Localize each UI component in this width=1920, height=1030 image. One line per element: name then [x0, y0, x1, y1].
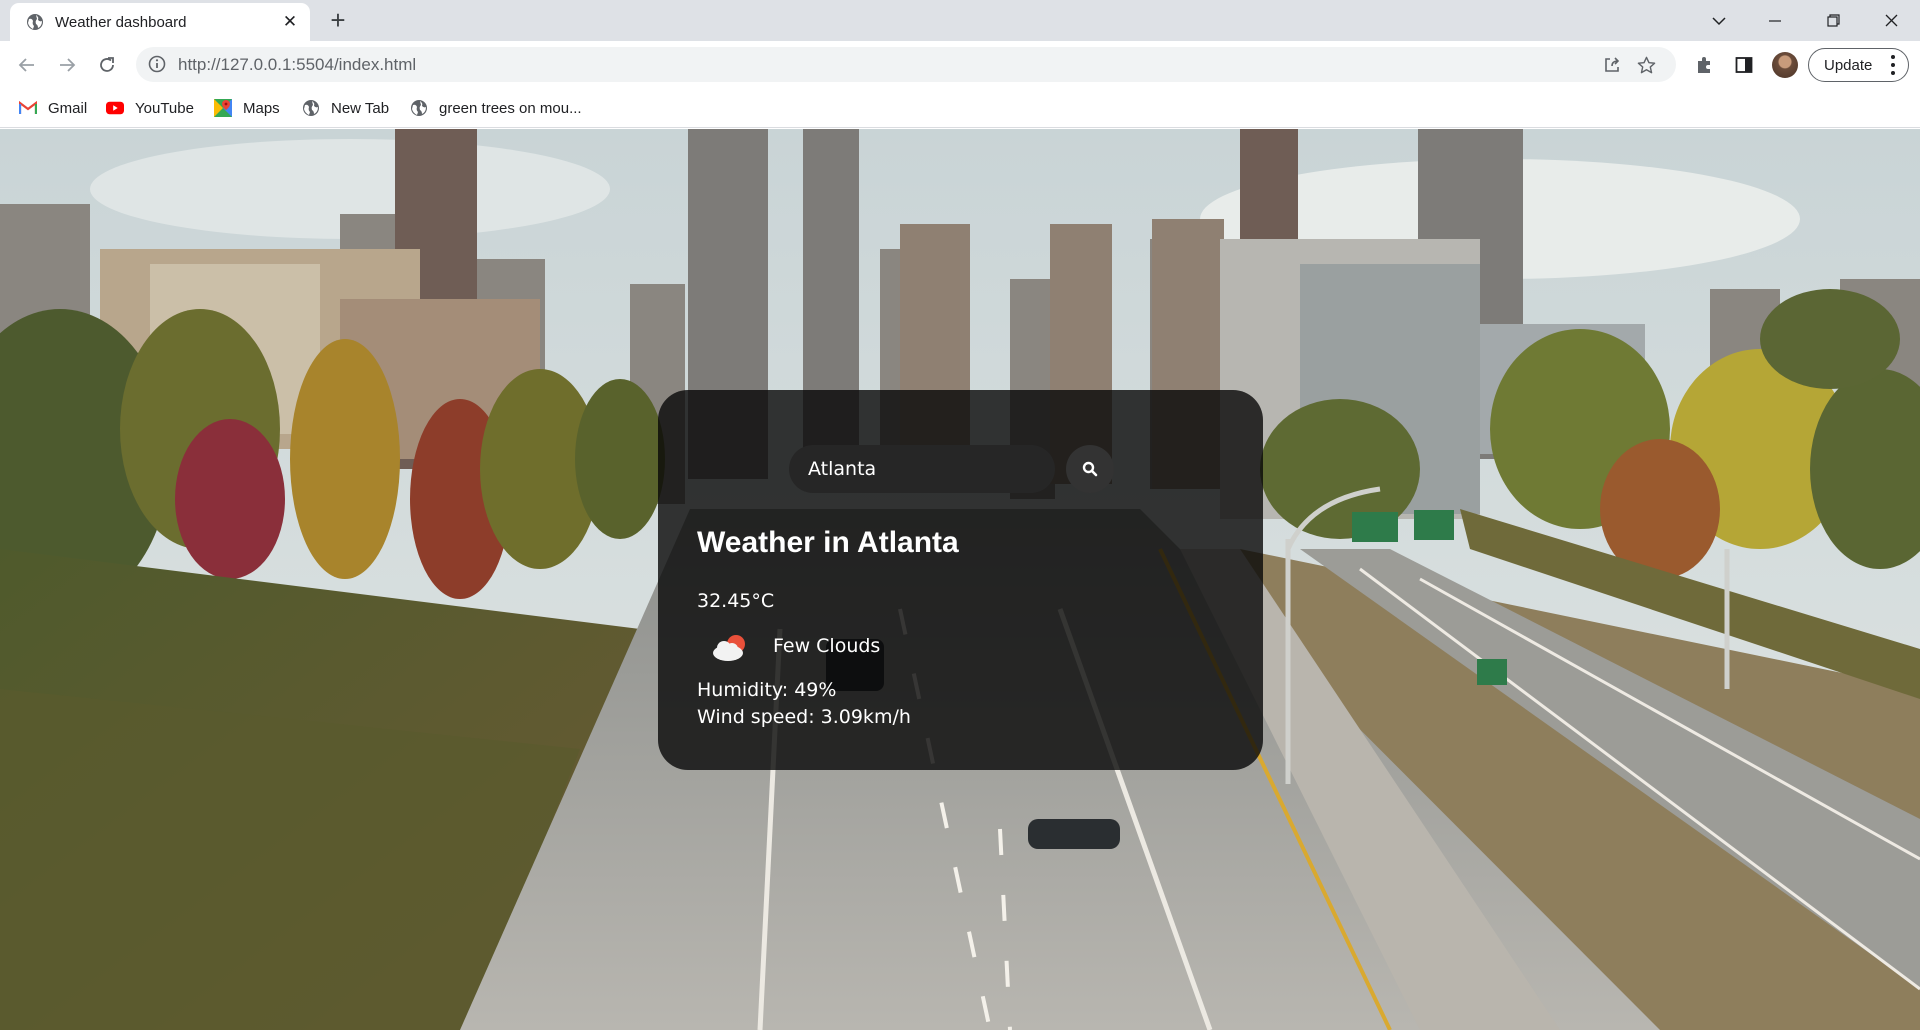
bookmark-label: Gmail [48, 99, 88, 117]
search-icon [1082, 461, 1098, 477]
bookmark-label: YouTube [135, 99, 194, 117]
minimize-button[interactable] [1752, 0, 1798, 41]
extensions-icon[interactable] [1693, 54, 1715, 76]
temperature: 32.45°C [697, 590, 775, 612]
profile-avatar[interactable] [1772, 52, 1798, 78]
back-button[interactable] [12, 50, 42, 80]
bookmark-gmail[interactable]: Gmail [19, 96, 87, 120]
forward-arrow-icon [60, 58, 76, 72]
browser-toolbar: http://127.0.0.1:5504/index.html Update [0, 41, 1920, 88]
maps-icon [214, 99, 232, 117]
youtube-icon [106, 99, 124, 117]
site-info-icon[interactable] [148, 55, 166, 73]
close-icon [1885, 14, 1897, 27]
update-label: Update [1824, 57, 1873, 74]
tab-title: Weather dashboard [55, 14, 187, 31]
more-menu-icon[interactable] [1891, 55, 1895, 75]
bookmark-star-icon[interactable] [1636, 55, 1656, 75]
globe-icon [302, 99, 320, 117]
bookmark-new-tab[interactable]: New Tab [302, 96, 389, 120]
humidity: Humidity: 49% [697, 679, 837, 701]
minimize-icon [1769, 19, 1781, 22]
gmail-icon [19, 99, 37, 117]
new-tab-button[interactable]: + [324, 6, 352, 34]
side-panel-icon[interactable] [1733, 54, 1755, 76]
address-bar[interactable]: http://127.0.0.1:5504/index.html [136, 47, 1676, 82]
back-arrow-icon [18, 58, 34, 72]
few-clouds-icon [713, 635, 745, 661]
globe-icon [410, 99, 428, 117]
bookmarks-bar: Gmail YouTube Maps New Tab green trees o… [0, 88, 1920, 128]
bookmark-green-trees[interactable]: green trees on mou... [410, 96, 582, 120]
reload-icon [100, 57, 114, 72]
bookmark-label: Maps [243, 99, 280, 117]
search-button[interactable] [1066, 445, 1114, 493]
tab-search-button[interactable] [1696, 0, 1742, 41]
weather-description: Few Clouds [773, 635, 881, 657]
bookmark-youtube[interactable]: YouTube [106, 96, 194, 120]
share-icon[interactable] [1602, 55, 1622, 75]
globe-icon [27, 14, 43, 30]
restore-button[interactable] [1810, 0, 1856, 41]
bookmark-maps[interactable]: Maps [214, 96, 280, 120]
restore-icon [1826, 14, 1840, 27]
city-search-input[interactable] [789, 445, 1055, 493]
page-viewport: Weather in Atlanta 32.45°C Few Clouds Hu… [0, 129, 1920, 1030]
chevron-down-icon [1712, 16, 1726, 25]
tab-strip: Weather dashboard ✕ + [0, 0, 1920, 41]
close-window-button[interactable] [1868, 0, 1914, 41]
weather-card: Weather in Atlanta 32.45°C Few Clouds Hu… [658, 390, 1263, 770]
update-button[interactable]: Update [1808, 48, 1909, 82]
forward-button[interactable] [52, 50, 82, 80]
bookmark-label: green trees on mou... [439, 99, 582, 117]
reload-button[interactable] [92, 50, 122, 80]
weather-title: Weather in Atlanta [697, 526, 959, 559]
browser-tab[interactable]: Weather dashboard ✕ [10, 3, 310, 41]
bookmark-label: New Tab [331, 99, 390, 117]
address-url: http://127.0.0.1:5504/index.html [178, 55, 417, 74]
wind-speed: Wind speed: 3.09km/h [697, 706, 911, 728]
tab-close-icon[interactable]: ✕ [280, 12, 300, 32]
